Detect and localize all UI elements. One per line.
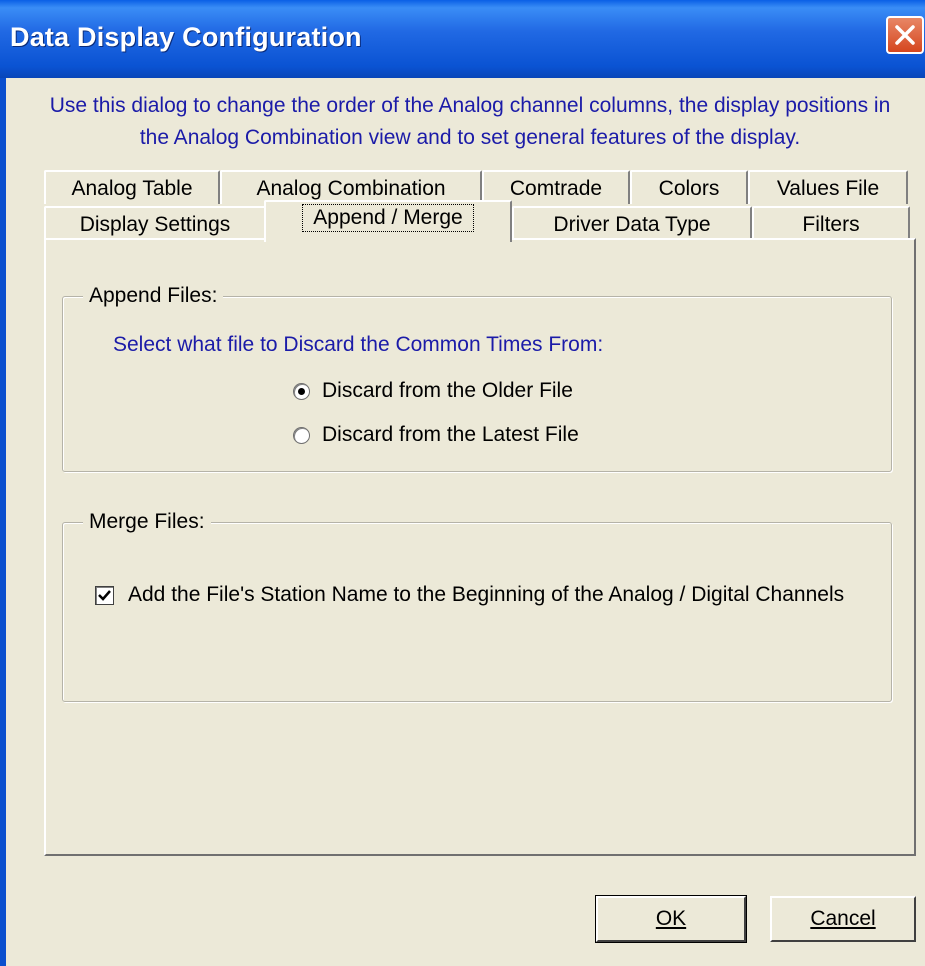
tab-filters[interactable]: Filters [752, 206, 910, 240]
radio-older-file[interactable]: Discard from the Older File [293, 379, 573, 403]
tab-colors[interactable]: Colors [630, 170, 748, 204]
tab-append-merge-label: Append / Merge [302, 204, 474, 232]
append-files-group: Append Files: Select what file to Discar… [62, 284, 892, 472]
radio-older-label: Discard from the Older File [322, 379, 573, 402]
merge-files-group: Merge Files: Add the File's Station Name… [62, 510, 892, 702]
title-bar[interactable]: Data Display Configuration [0, 0, 925, 78]
station-name-checkbox[interactable] [95, 585, 114, 605]
ok-label: OK [655, 907, 687, 930]
tab-panel: Append Files: Select what file to Discar… [44, 238, 916, 856]
merge-files-legend: Merge Files: [83, 510, 211, 534]
tab-append-merge[interactable]: Append / Merge [264, 200, 512, 242]
station-name-checkbox-row[interactable]: Add the File's Station Name to the Begin… [95, 583, 844, 607]
close-icon [895, 25, 915, 45]
radio-button[interactable] [293, 382, 310, 400]
dialog-window: Data Display Configuration Use this dial… [0, 0, 925, 966]
radio-latest-file[interactable]: Discard from the Latest File [293, 423, 579, 447]
close-button[interactable] [886, 16, 924, 54]
cancel-label: Cancel [810, 907, 876, 930]
window-title: Data Display Configuration [10, 22, 362, 52]
dialog-description: Use this dialog to change the order of t… [49, 94, 891, 149]
ok-button[interactable]: OK [595, 895, 747, 943]
tab-comtrade[interactable]: Comtrade [482, 170, 630, 204]
radio-button[interactable] [293, 426, 310, 444]
window-border [0, 78, 6, 966]
append-prompt: Select what file to Discard the Common T… [113, 333, 604, 356]
append-files-legend: Append Files: [83, 284, 224, 308]
tab-driver-data-type[interactable]: Driver Data Type [512, 206, 752, 240]
tab-analog-table[interactable]: Analog Table [44, 170, 220, 204]
radio-latest-label: Discard from the Latest File [322, 423, 579, 446]
tab-display-settings[interactable]: Display Settings [44, 206, 266, 240]
checkmark-icon [98, 589, 111, 601]
station-name-label: Add the File's Station Name to the Begin… [128, 583, 845, 606]
tab-values-file[interactable]: Values File [748, 170, 908, 204]
tab-analog-combination[interactable]: Analog Combination [220, 170, 482, 204]
cancel-button[interactable]: Cancel [770, 896, 916, 942]
